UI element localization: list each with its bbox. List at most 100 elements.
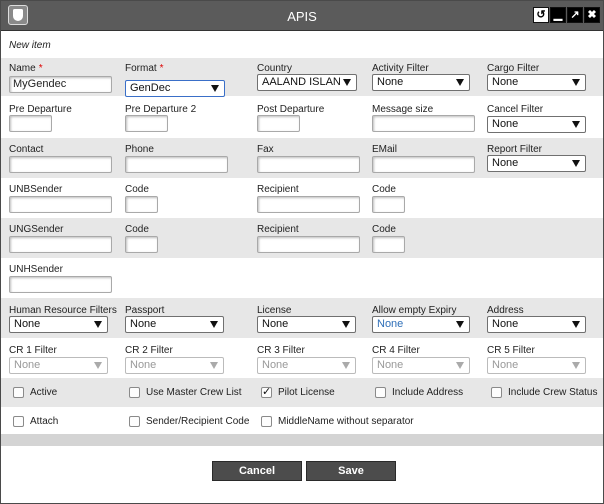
format-label: Format <box>125 63 157 74</box>
chevron-down-icon <box>572 79 580 86</box>
fax-input[interactable] <box>257 156 360 173</box>
ung-sender-input[interactable] <box>9 236 112 253</box>
passport-select[interactable]: None <box>125 316 224 333</box>
cargo-filter-value: None <box>492 76 519 88</box>
cr3-filter-value: None <box>262 359 289 371</box>
hr-filters-select[interactable]: None <box>9 316 108 333</box>
report-filter-select[interactable]: None <box>487 155 586 172</box>
cr2-filter-value: None <box>130 359 157 371</box>
checkbox-box[interactable] <box>13 387 24 398</box>
report-filter-value: None <box>492 157 519 169</box>
address-select[interactable]: None <box>487 316 586 333</box>
allow-empty-expiry-select[interactable]: None <box>372 316 470 333</box>
ung-recipient-code-input[interactable] <box>372 236 405 253</box>
window-title: APIS <box>287 9 317 24</box>
checkbox-box[interactable] <box>13 416 24 427</box>
unh-sender-input[interactable] <box>9 276 112 293</box>
unb-recipient-code-input[interactable] <box>372 196 405 213</box>
sender-recipient-code-checkbox[interactable]: Sender/Recipient Code <box>129 416 249 427</box>
unb-sender-label: UNBSender <box>9 184 63 195</box>
allow-empty-expiry-value: None <box>377 318 404 330</box>
post-departure-input[interactable] <box>257 115 300 132</box>
cr5-filter-select[interactable]: None <box>487 357 586 374</box>
include-crew-status-checkbox[interactable]: Include Crew Status <box>491 387 598 398</box>
license-select[interactable]: None <box>257 316 356 333</box>
unb-code-input[interactable] <box>125 196 158 213</box>
cancel-button[interactable]: Cancel <box>212 461 302 481</box>
ung-sender-label: UNGSender <box>9 224 64 235</box>
title-bar[interactable]: APIS ↺ ▁ ↗ ✖ <box>1 1 603 31</box>
chevron-down-icon <box>572 321 580 328</box>
chevron-down-icon <box>94 321 102 328</box>
cr4-filter-label: CR 4 Filter <box>372 345 420 356</box>
fax-label: Fax <box>257 144 274 155</box>
name-input[interactable]: MyGendec <box>9 76 112 93</box>
allow-empty-expiry-label: Allow empty Expiry <box>372 305 457 316</box>
row-cr-filters: CR 1 Filter None CR 2 Filter None CR 3 F… <box>1 338 603 378</box>
checkbox-box[interactable] <box>129 416 140 427</box>
active-checkbox[interactable]: Active <box>13 387 57 398</box>
passport-label: Passport <box>125 305 165 316</box>
checkbox-box[interactable] <box>129 387 140 398</box>
save-button[interactable]: Save <box>306 461 396 481</box>
restore-icon[interactable]: ↺ <box>533 7 549 23</box>
cr3-filter-select[interactable]: None <box>257 357 356 374</box>
chevron-down-icon <box>572 362 580 369</box>
minimize-icon[interactable]: ▁ <box>550 7 566 23</box>
checkbox-checked-box[interactable] <box>261 385 272 398</box>
contact-input[interactable] <box>9 156 112 173</box>
email-input[interactable] <box>372 156 475 173</box>
ung-recipient-code-label: Code <box>372 224 396 235</box>
cr2-filter-label: CR 2 Filter <box>125 345 173 356</box>
checkbox-box[interactable] <box>261 416 272 427</box>
attach-checkbox[interactable]: Attach <box>13 416 58 427</box>
name-label: Name <box>9 63 36 74</box>
row-unb: UNBSender Code Recipient Code <box>1 178 603 218</box>
attach-label: Attach <box>30 416 59 427</box>
cargo-filter-label: Cargo Filter <box>487 63 540 74</box>
ung-code-input[interactable] <box>125 236 158 253</box>
license-label: License <box>257 305 292 316</box>
cr5-filter-label: CR 5 Filter <box>487 345 535 356</box>
row-general: Name * MyGendec Format * GenDec Country AA… <box>1 58 603 97</box>
unb-sender-input[interactable] <box>9 196 112 213</box>
unb-recipient-code-label: Code <box>372 184 396 195</box>
pre-departure-2-label: Pre Departure 2 <box>125 104 197 115</box>
cr1-filter-value: None <box>14 359 41 371</box>
cr4-filter-select[interactable]: None <box>372 357 470 374</box>
format-select[interactable]: GenDec <box>125 80 225 97</box>
ung-recipient-input[interactable] <box>257 236 360 253</box>
row-ung: UNGSender Code Recipient Code <box>1 218 603 258</box>
unb-recipient-label: Recipient <box>257 184 299 195</box>
use-master-crew-list-label: Use Master Crew List <box>146 387 242 398</box>
use-master-crew-list-checkbox[interactable]: Use Master Crew List <box>129 387 242 398</box>
message-size-input[interactable] <box>372 115 475 132</box>
cr3-filter-label: CR 3 Filter <box>257 345 305 356</box>
report-filter-label: Report Filter <box>487 144 543 155</box>
chevron-down-icon <box>342 321 350 328</box>
form-divider <box>1 434 603 446</box>
activity-filter-select[interactable]: None <box>372 74 470 91</box>
pre-departure-input[interactable] <box>9 115 52 132</box>
cancel-filter-value: None <box>492 118 519 130</box>
pilot-license-checkbox[interactable]: Pilot License <box>261 385 335 398</box>
pre-departure-2-input[interactable] <box>125 115 168 132</box>
checkbox-box[interactable] <box>491 387 502 398</box>
checkbox-box[interactable] <box>375 387 386 398</box>
cr2-filter-select[interactable]: None <box>125 357 224 374</box>
format-required-mark: * <box>159 63 164 74</box>
middlename-without-separator-checkbox[interactable]: MiddleName without separator <box>261 416 414 427</box>
phone-input[interactable] <box>125 156 228 173</box>
country-label: Country <box>257 63 293 74</box>
cargo-filter-select[interactable]: None <box>487 74 586 91</box>
address-label: Address <box>487 305 524 316</box>
row-contact: Contact Phone Fax EMail Report Filter No… <box>1 138 603 178</box>
maximize-icon[interactable]: ↗ <box>567 7 583 23</box>
close-icon[interactable]: ✖ <box>584 7 600 23</box>
include-address-label: Include Address <box>392 387 464 398</box>
cr1-filter-select[interactable]: None <box>9 357 108 374</box>
cancel-filter-select[interactable]: None <box>487 116 586 133</box>
country-select[interactable]: AALAND ISLAN <box>257 74 357 91</box>
include-address-checkbox[interactable]: Include Address <box>375 387 463 398</box>
unb-recipient-input[interactable] <box>257 196 360 213</box>
